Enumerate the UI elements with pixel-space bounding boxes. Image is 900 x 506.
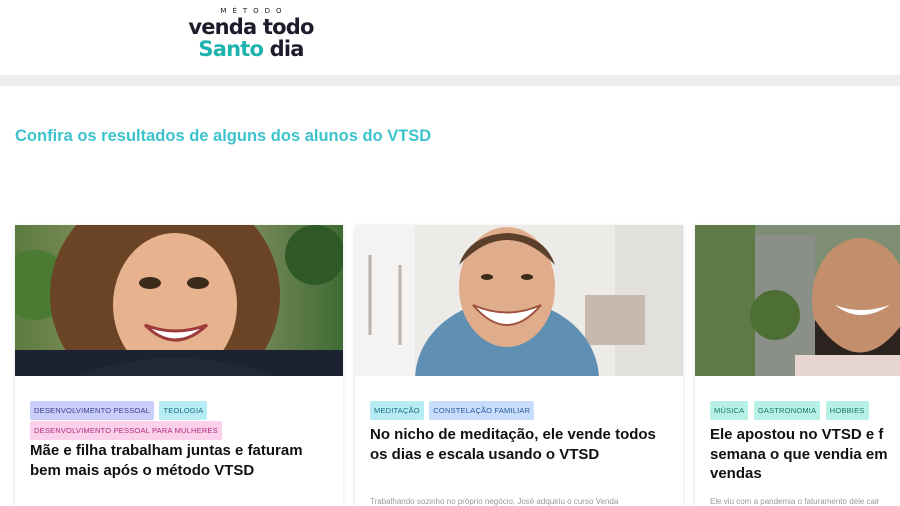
- card-tags: MEDITAÇÃO CONSTELAÇÃO FAMILIAR: [370, 401, 673, 421]
- student-card-1[interactable]: DESENVOLVIMENTO PESSOAL TEOLOGIA DESENVO…: [15, 225, 343, 506]
- card-tags: MÚSICA GASTRONOMIA HOBBIES: [710, 401, 900, 421]
- card-title[interactable]: Mãe e filha trabalham juntas e faturam b…: [30, 441, 328, 480]
- student-card-3[interactable]: MÚSICA GASTRONOMIA HOBBIES Ele apostou n…: [695, 225, 900, 506]
- logo-line-1: venda todo: [188, 15, 314, 39]
- logo-accent-word: Santo: [198, 37, 264, 61]
- card-excerpt: Trabalhando sozinho no próprio negócio, …: [370, 497, 619, 506]
- card-photo[interactable]: [355, 225, 683, 376]
- tag-hobbies[interactable]: HOBBIES: [825, 401, 869, 420]
- card-tags: DESENVOLVIMENTO PESSOAL TEOLOGIA DESENVO…: [30, 401, 333, 441]
- tag-desenvolvimento-pessoal-mulheres[interactable]: DESENVOLVIMENTO PESSOAL PARA MULHERES: [30, 421, 222, 440]
- site-header: MÉTODO venda todo Santo dia: [0, 0, 900, 75]
- card-title-line: vendas: [710, 465, 762, 482]
- tag-teologia[interactable]: TEOLOGIA: [159, 401, 208, 420]
- logo-dark-word: dia: [269, 37, 305, 61]
- card-photo[interactable]: [695, 225, 900, 376]
- card-excerpt: Ele viu com a pandemia o faturamento del…: [710, 497, 880, 506]
- tag-gastronomia[interactable]: GASTRONOMIA: [753, 401, 821, 420]
- tag-meditacao[interactable]: MEDITAÇÃO: [370, 401, 424, 420]
- section-title: Confira os resultados de alguns dos alun…: [15, 127, 432, 145]
- tag-desenvolvimento-pessoal[interactable]: DESENVOLVIMENTO PESSOAL: [30, 401, 155, 420]
- vtsd-logo[interactable]: MÉTODO venda todo Santo dia: [186, 6, 316, 64]
- logo-line-2: Santo dia: [186, 38, 316, 60]
- card-title[interactable]: No nicho de meditação, ele vende todos o…: [370, 425, 668, 464]
- card-title-line: semana o que vendia em: [710, 445, 888, 463]
- student-card-2[interactable]: MEDITAÇÃO CONSTELAÇÃO FAMILIAR No nicho …: [355, 225, 683, 506]
- card-title[interactable]: Ele apostou no VTSD e f semana o que ven…: [710, 425, 900, 484]
- header-divider: [0, 75, 900, 86]
- card-title-line: Ele apostou no VTSD e f: [710, 426, 884, 443]
- tag-musica[interactable]: MÚSICA: [710, 401, 749, 420]
- card-photo[interactable]: [15, 225, 343, 376]
- tag-constelacao-familiar[interactable]: CONSTELAÇÃO FAMILIAR: [429, 401, 535, 420]
